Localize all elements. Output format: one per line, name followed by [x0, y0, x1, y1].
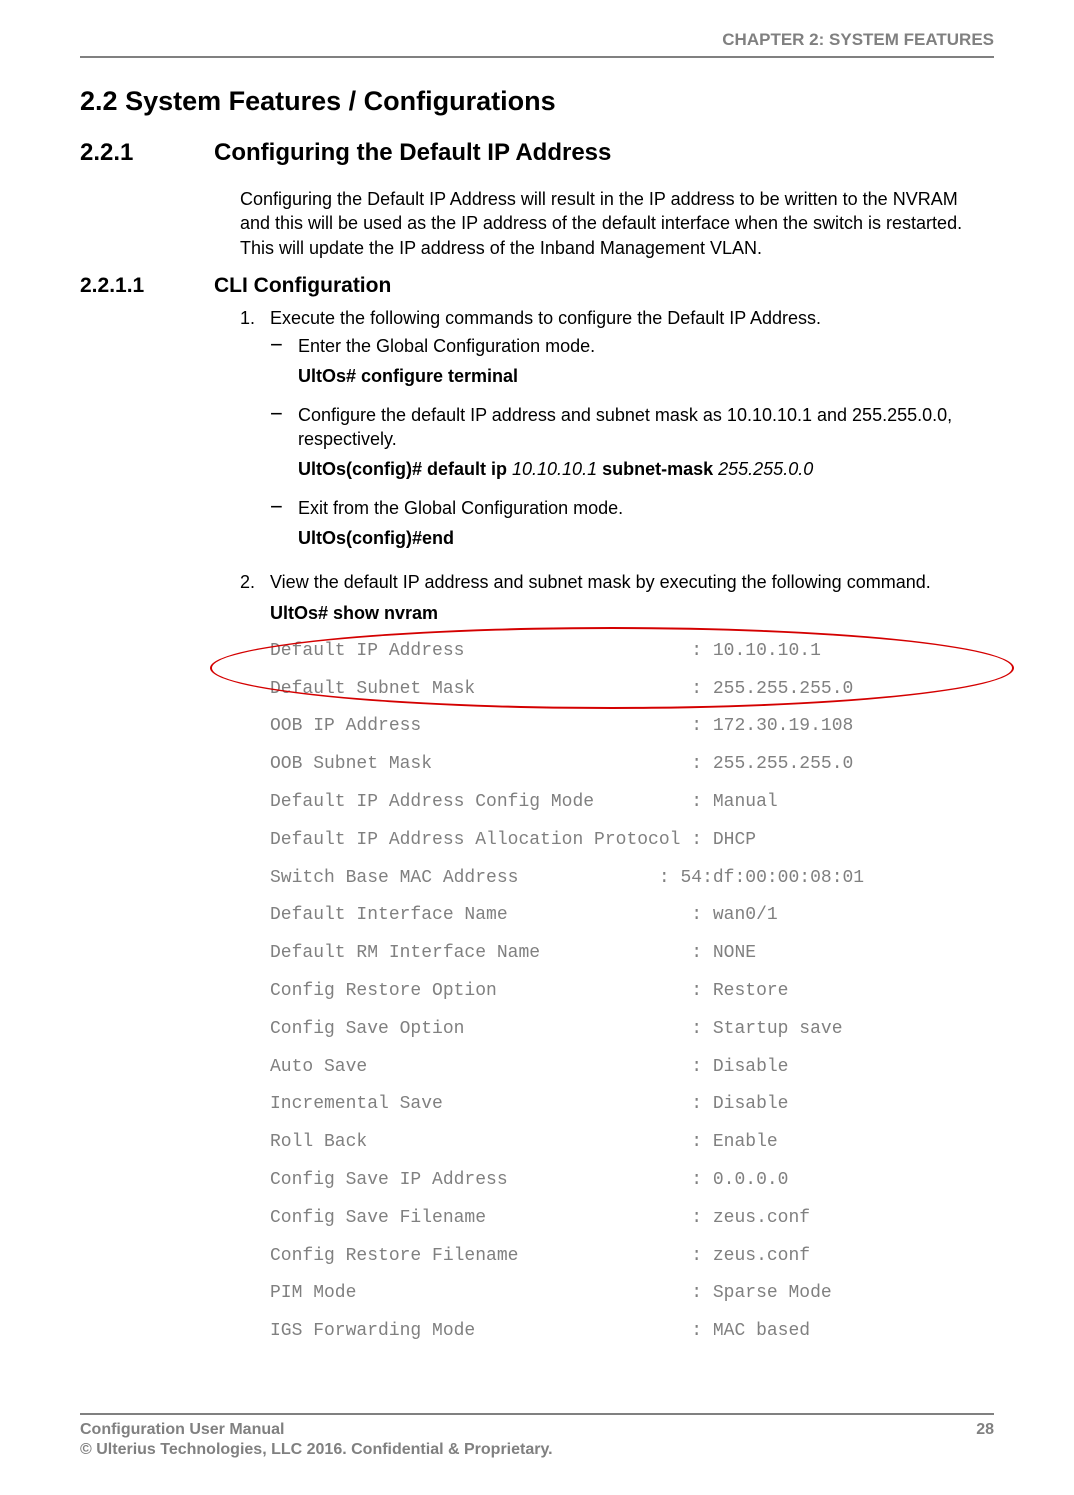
- substep-text: Enter the Global Configuration mode.: [298, 334, 994, 358]
- substep-1b: − Configure the default IP address and s…: [270, 403, 994, 490]
- cli-output-line: Config Save IP Address : 0.0.0.0: [270, 1162, 994, 1200]
- cli-output-line: Default IP Address Allocation Protocol :…: [270, 822, 994, 860]
- cli-output-line: Default RM Interface Name : NONE: [270, 935, 994, 973]
- cmd-prefix: UltOs(config)# default ip: [298, 459, 512, 479]
- cli-output-line: Roll Back : Enable: [270, 1124, 994, 1162]
- cli-output-line: PIM Mode : Sparse Mode: [270, 1275, 994, 1313]
- substep-text: Configure the default IP address and sub…: [298, 403, 994, 452]
- dash-icon: −: [270, 496, 298, 559]
- subsubsection-title: CLI Configuration: [214, 274, 391, 298]
- footer-copyright: © Ulterius Technologies, LLC 2016. Confi…: [80, 1441, 994, 1459]
- cmd-mid: subnet-mask: [597, 459, 718, 479]
- cli-command: UltOs(config)#end: [298, 526, 994, 550]
- section-heading-2-2: 2.2 System Features / Configurations: [80, 86, 994, 117]
- intro-paragraph: Configuring the Default IP Address will …: [240, 187, 984, 260]
- cli-output-line: Default Interface Name : wan0/1: [270, 897, 994, 935]
- section-title: System Features / Configurations: [125, 86, 556, 116]
- step-1: 1. Execute the following commands to con…: [240, 306, 994, 564]
- cli-output-line: Default IP Address : 10.10.10.1: [270, 633, 994, 671]
- subsubsection-number: 2.2.1.1: [80, 274, 214, 298]
- dash-icon: −: [270, 403, 298, 490]
- section-number: 2.2: [80, 86, 118, 116]
- step-number: 2.: [240, 570, 270, 594]
- step-2: 2. View the default IP address and subne…: [240, 570, 994, 594]
- subsection-number: 2.2.1: [80, 139, 214, 167]
- cli-output-line: Switch Base MAC Address : 54:df:00:00:08…: [270, 860, 994, 898]
- footer-page-number: 28: [934, 1421, 994, 1439]
- cli-output-line: OOB Subnet Mask : 255.255.255.0: [270, 746, 994, 784]
- step-text: Execute the following commands to config…: [270, 306, 994, 330]
- cmd-arg: 10.10.10.1: [512, 459, 597, 479]
- cli-command: UltOs(config)# default ip 10.10.10.1 sub…: [298, 457, 994, 481]
- cli-output-line: Auto Save : Disable: [270, 1049, 994, 1087]
- cli-output-line: Default Subnet Mask : 255.255.255.0: [270, 671, 994, 709]
- subsubsection-heading-2-2-1-1: 2.2.1.1 CLI Configuration: [80, 274, 994, 298]
- page: CHAPTER 2: SYSTEM FEATURES 2.2 System Fe…: [0, 0, 1074, 1495]
- dash-icon: −: [270, 334, 298, 397]
- page-header: CHAPTER 2: SYSTEM FEATURES: [80, 30, 994, 58]
- substep-1a: − Enter the Global Configuration mode. U…: [270, 334, 994, 397]
- cli-output-line: Default IP Address Config Mode : Manual: [270, 784, 994, 822]
- step-number: 1.: [240, 306, 270, 564]
- cli-output-line: Config Save Option : Startup save: [270, 1011, 994, 1049]
- cli-output-line: Config Restore Option : Restore: [270, 973, 994, 1011]
- cli-command: UltOs# configure terminal: [298, 364, 994, 388]
- cmd-arg: 255.255.0.0: [718, 459, 813, 479]
- cli-output-line: Incremental Save : Disable: [270, 1086, 994, 1124]
- steps-list: 1. Execute the following commands to con…: [240, 306, 994, 625]
- subsection-heading-2-2-1: 2.2.1 Configuring the Default IP Address: [80, 139, 994, 167]
- footer-title: Configuration User Manual: [80, 1421, 934, 1439]
- chapter-label: CHAPTER 2: SYSTEM FEATURES: [722, 30, 994, 49]
- subsection-title: Configuring the Default IP Address: [214, 139, 611, 167]
- cli-output-block: Default IP Address : 10.10.10.1 Default …: [270, 633, 994, 1351]
- step-text: View the default IP address and subnet m…: [270, 570, 994, 594]
- cli-command-show-nvram: UltOs# show nvram: [270, 601, 994, 625]
- cli-output-line: IGS Forwarding Mode : MAC based: [270, 1313, 994, 1351]
- substep-1c: − Exit from the Global Configuration mod…: [270, 496, 994, 559]
- page-footer: Configuration User Manual 28 © Ulterius …: [80, 1413, 994, 1459]
- cli-output-line: Config Save Filename : zeus.conf: [270, 1200, 994, 1238]
- cli-output-line: OOB IP Address : 172.30.19.108: [270, 708, 994, 746]
- cli-output-line: Config Restore Filename : zeus.conf: [270, 1238, 994, 1276]
- substep-text: Exit from the Global Configuration mode.: [298, 496, 994, 520]
